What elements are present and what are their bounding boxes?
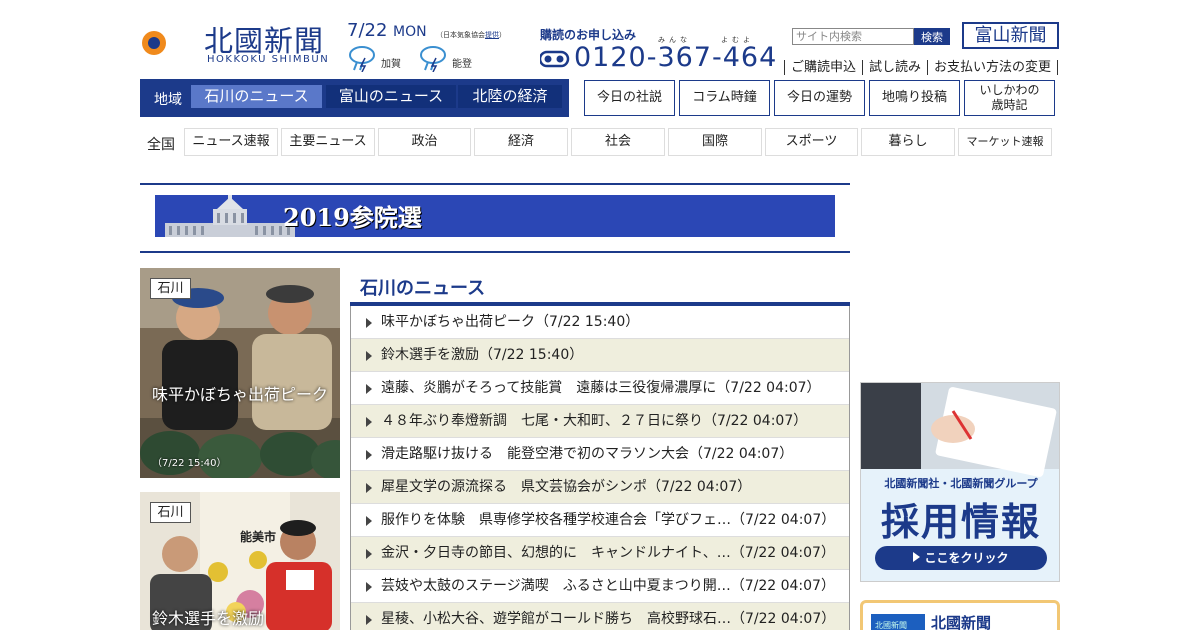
news-item[interactable]: 鈴木選手を激励（7/22 15:40） (351, 339, 849, 372)
ishikawa-saijiki-button[interactable]: いしかわの 歳時記 (964, 80, 1055, 116)
banner-top-rule (140, 183, 850, 185)
category-market-news[interactable]: マーケット速報 (958, 128, 1052, 156)
tab-hokuriku-economy[interactable]: 北陸の経済 (458, 85, 562, 108)
horoscope-button[interactable]: 今日の運勢 (774, 80, 865, 116)
weather-noto[interactable]: 能登 (418, 44, 498, 73)
category-economy[interactable]: 経済 (474, 128, 568, 156)
kabocha-farmers-photo (140, 268, 340, 478)
weather-kaga[interactable]: 加賀 (347, 44, 427, 73)
category-international[interactable]: 国際 (668, 128, 762, 156)
tab-ishikawa-news[interactable]: 石川のニュース (191, 85, 322, 108)
site-search-input[interactable] (792, 28, 914, 45)
weather-region-label: 加賀 (381, 59, 401, 70)
news-item[interactable]: 犀星文学の源流探る 県文芸協会がシンポ（7/22 04:07） (351, 471, 849, 504)
subscribe-title: 購読のお申し込み (540, 28, 637, 42)
arrow-right-icon (366, 351, 372, 361)
news-item[interactable]: 滑走路駆け抜ける 能登空港で初のマラソン大会（7/22 04:07） (351, 438, 849, 471)
recruit-banner[interactable]: 北國新聞社・北國新聞グループ 採用情報 ここをクリック (860, 382, 1060, 582)
category-sports[interactable]: スポーツ (765, 128, 858, 156)
arrow-right-icon (366, 582, 372, 592)
saijiki-line-2: 歳時記 (991, 98, 1028, 112)
region-nav: 地域 石川のニュース 富山のニュース 北陸の経済 (140, 79, 569, 117)
photo-card-kabocha[interactable]: 石川 味平かぼちゃ出荷ピーク （7/22 15:40） (140, 268, 340, 478)
arrow-right-icon (366, 516, 372, 526)
news-item[interactable]: 芸妓や太鼓のステージ満喫 ふるさと山中夏まつり開…（7/22 04:07） (351, 570, 849, 603)
tab-toyama-news[interactable]: 富山のニュース (326, 85, 456, 108)
current-weekday: MON (393, 24, 427, 40)
cloudy-rain-icon (349, 46, 375, 73)
photo-card-suzuki[interactable]: 石川 能美市 鈴木選手を激励 (140, 492, 340, 630)
ishikawa-news-list: 味平かぼちゃ出荷ピーク（7/22 15:40） 鈴木選手を激励（7/22 15:… (350, 306, 850, 630)
arrow-right-icon (366, 417, 372, 427)
current-date: 7/22 (347, 20, 388, 41)
region-nav-label: 地域 (154, 92, 182, 108)
recruit-click-button[interactable]: ここをクリック (875, 546, 1047, 570)
category-life[interactable]: 暮らし (861, 128, 955, 156)
diet-building-illustration (165, 195, 295, 237)
weather-source-note: （日本気象協会提供） (436, 31, 506, 39)
news-item[interactable]: 遠藤、炎鵬がそろって技能賞 遠藤は三役復帰濃厚に（7/22 04:07） (351, 372, 849, 405)
election-banner[interactable]: 2019参院選 (155, 195, 835, 237)
photo-caption: 鈴木選手を激励 (152, 609, 265, 628)
region-tag: 石川 (150, 502, 191, 523)
subscribe-phone-number[interactable]: 0120-367-464 (574, 42, 777, 73)
payment-change-link[interactable]: お支払い方法の変更 (927, 60, 1059, 75)
cloudy-rain-icon (420, 46, 446, 73)
weather-source-link[interactable]: 提供 (485, 31, 499, 39)
free-dial-icon (540, 50, 570, 68)
category-society[interactable]: 社会 (571, 128, 665, 156)
logo-roman: HOKKOKU SHIMBUN (207, 54, 330, 65)
hokkoku-promo-box[interactable]: 北國新聞 北國新聞 (860, 600, 1060, 630)
recruit-title: 採用情報 (880, 500, 1041, 544)
weather-region-label: 能登 (452, 59, 472, 70)
news-item[interactable]: 星稜、小松大谷、遊学館がコールド勝ち 高校野球石…（7/22 04:07） (351, 603, 849, 630)
region-tag: 石川 (150, 278, 191, 299)
recruit-subtitle: 北國新聞社・北國新聞グループ (884, 477, 1038, 490)
subscription-links: ご購読申込 試し読み お支払い方法の変更 (784, 56, 1059, 75)
toyama-shimbun-button[interactable]: 富山新聞 (962, 22, 1059, 49)
news-item[interactable]: 味平かぼちゃ出荷ピーク（7/22 15:40） (351, 306, 849, 339)
photo-caption: 味平かぼちゃ出荷ピーク (152, 385, 329, 404)
site-logo[interactable]: 北國新聞 HOKKOKU SHIMBUN (140, 16, 340, 66)
trial-read-link[interactable]: 試し読み (862, 60, 928, 75)
category-main-news[interactable]: 主要ニュース (281, 128, 375, 156)
news-item[interactable]: 金沢・夕日寺の節目、幻想的に キャンドルナイト、…（7/22 04:07） (351, 537, 849, 570)
arrow-right-icon (366, 384, 372, 394)
arrow-right-icon (366, 549, 372, 559)
news-item[interactable]: 服作りを体験 県専修学校各種学校連合会「学びフェ…（7/22 04:07） (351, 504, 849, 537)
banner-bottom-rule (140, 251, 850, 253)
category-nav-label: 全国 (147, 137, 175, 153)
news-item[interactable]: ４８年ぶり奉燈新調 七尾・大和町、２７日に祭り（7/22 04:07） (351, 405, 849, 438)
ishikawa-news-heading: 石川のニュース (360, 278, 486, 299)
subscribe-link[interactable]: ご購読申込 (784, 60, 863, 75)
editorial-button[interactable]: 今日の社説 (584, 80, 675, 116)
promo-thumb-text: 北國新聞 (875, 621, 907, 630)
category-politics[interactable]: 政治 (378, 128, 471, 156)
promo-thumbnail: 北國新聞 (871, 614, 925, 630)
promo-name: 北國新聞 (931, 614, 992, 630)
saijiki-line-1: いしかわの (979, 83, 1040, 97)
arrow-right-icon (366, 615, 372, 625)
jisho-column-button[interactable]: コラム時鐘 (679, 80, 770, 116)
arrow-right-icon (366, 483, 372, 493)
category-breaking-news[interactable]: ニュース速報 (184, 128, 278, 156)
arrow-right-icon (366, 450, 372, 460)
photo-sign-text: 能美市 (240, 530, 277, 544)
hokkoku-logo-mark-icon (142, 20, 188, 64)
banner-title: 2019参院選 (283, 203, 422, 232)
arrow-right-icon (366, 318, 372, 328)
reader-letters-button[interactable]: 地鳴り投稿 (869, 80, 960, 116)
play-triangle-icon (913, 552, 921, 562)
photo-timestamp: （7/22 15:40） (152, 458, 227, 469)
site-search-button[interactable]: 検索 (914, 28, 950, 45)
